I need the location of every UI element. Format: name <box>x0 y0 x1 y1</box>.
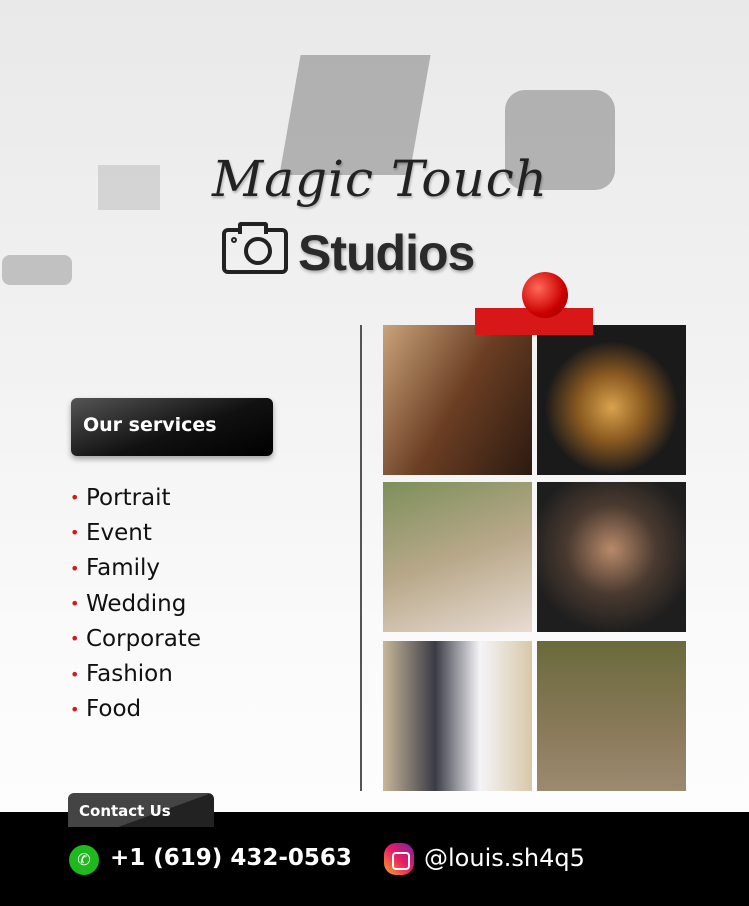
photo-couple <box>383 325 532 475</box>
camera-icon <box>222 222 288 274</box>
service-item: • Event <box>70 519 152 546</box>
service-item: • Family <box>70 555 161 582</box>
service-item: • Fashion <box>70 661 173 688</box>
bullet-icon: • <box>70 558 80 578</box>
bullet-icon: • <box>70 488 80 508</box>
whatsapp-icon: ✆ <box>69 845 99 875</box>
service-item: • Wedding <box>70 590 187 617</box>
pushpin-icon <box>522 272 568 318</box>
instagram-handle[interactable]: @louis.sh4q5 <box>424 844 585 872</box>
brand-name: Studios <box>298 225 475 281</box>
services-heading: Our services <box>71 398 273 456</box>
background-stool <box>2 255 72 285</box>
photo-pancakes <box>537 325 686 475</box>
services-list: • Portrait • Event • Family • Wedding • Corpo… <box>70 480 201 727</box>
photo-maternity <box>383 482 532 632</box>
bullet-icon: • <box>70 664 80 684</box>
bullet-icon: • <box>70 523 80 543</box>
bullet-icon: • <box>70 594 80 614</box>
divider-line <box>360 325 362 791</box>
bullet-icon: • <box>70 699 80 719</box>
instagram-icon <box>384 843 414 875</box>
service-item: • Food <box>70 696 142 723</box>
photo-family <box>537 482 686 632</box>
service-item: • Corporate <box>70 625 201 652</box>
contact-tab: Contact Us <box>68 793 214 827</box>
bullet-icon: • <box>70 629 80 649</box>
phone-number[interactable]: +1 (619) 432-0563 <box>110 845 352 871</box>
brand-script-title: Magic Touch <box>212 150 548 208</box>
service-item: • Portrait <box>70 484 171 511</box>
photo-wedding <box>383 641 532 791</box>
photo-child-toy-car <box>537 641 686 791</box>
background-monitor <box>98 165 160 210</box>
